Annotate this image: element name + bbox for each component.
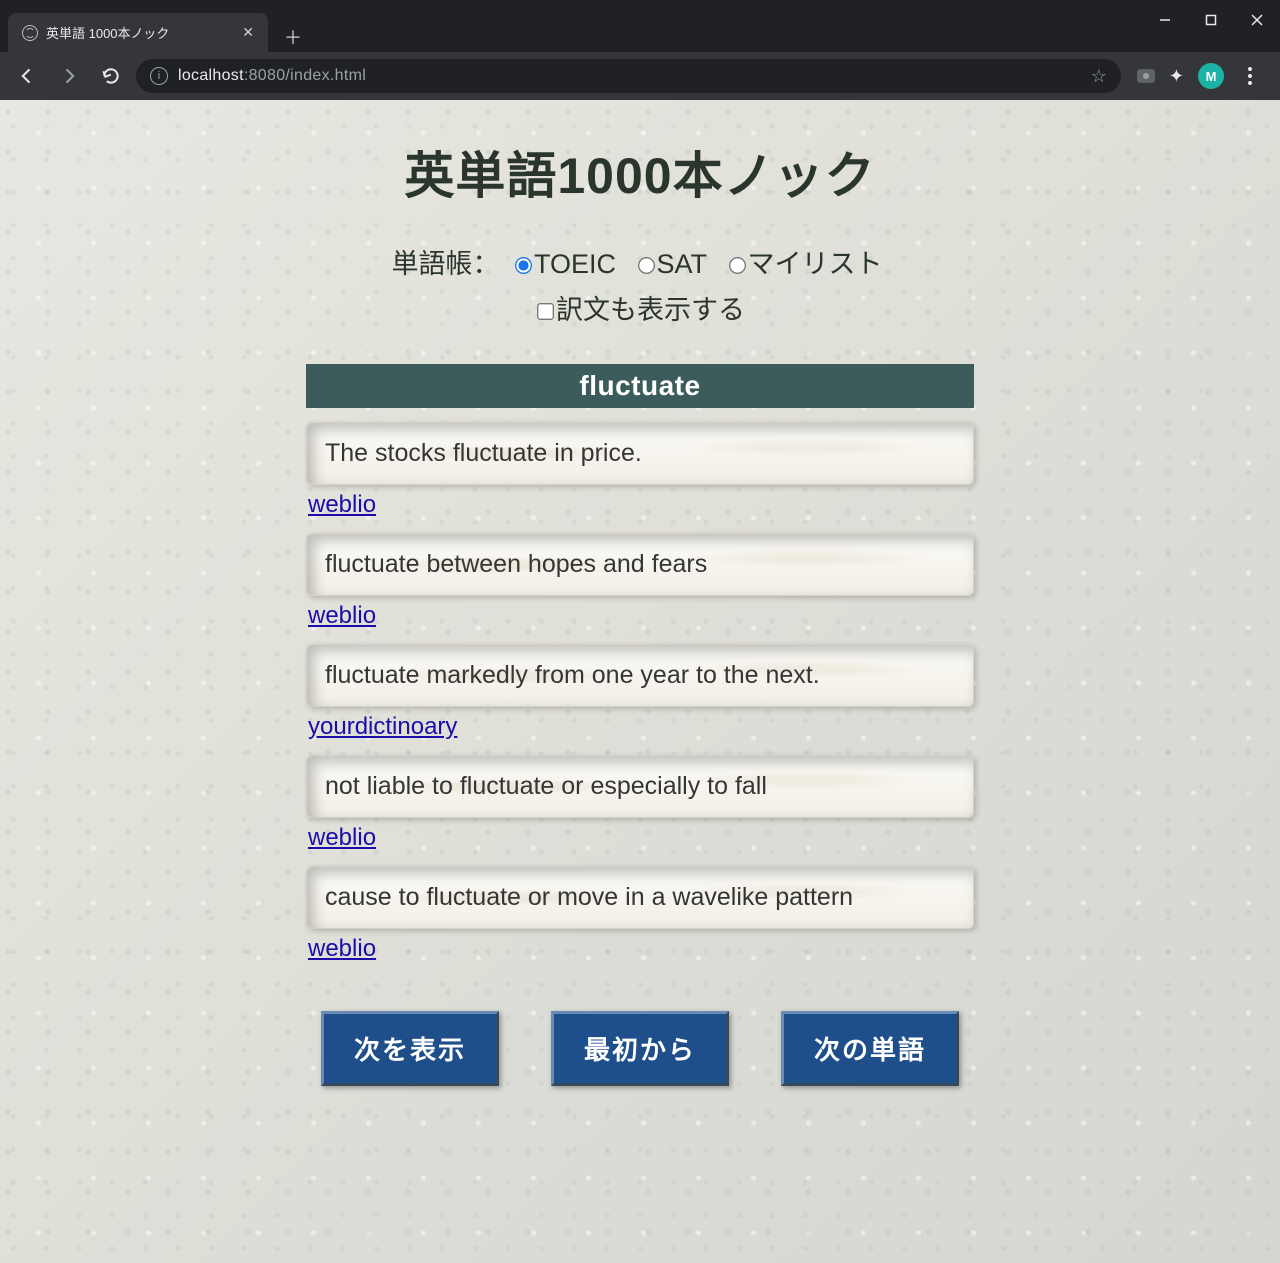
example-sentence: fluctuate markedly from one year to the … [306,644,974,707]
camera-icon[interactable] [1137,69,1155,83]
target-word: fluctuate [306,364,974,408]
page-viewport: 英単語1000本ノック 単語帳： TOEIC SAT マイリスト 訳文も表示する… [0,100,1280,1263]
browser-window: 英単語 1000本ノック ✕ ＋ i localhost:8080/index.… [0,0,1280,1263]
wordbook-label: 単語帳： [391,249,499,279]
maximize-button[interactable] [1188,0,1234,40]
action-buttons: 次を表示 最初から 次の単語 [321,1011,959,1086]
extension-icons: ✦ M [1129,63,1270,89]
radio-sat-input[interactable] [638,257,655,274]
radio-sat[interactable]: SAT [630,249,708,279]
show-next-button[interactable]: 次を表示 [321,1011,499,1086]
show-translation-checkbox[interactable]: 訳文も表示する [529,295,745,325]
bookmark-star-icon[interactable]: ☆ [1091,66,1107,87]
site-info-icon[interactable]: i [150,67,168,85]
forward-button[interactable] [52,59,86,93]
tab-strip: 英単語 1000本ノック ✕ ＋ [0,0,1142,52]
example-list: The stocks fluctuate in price. weblio fluc… [306,422,974,977]
radio-toeic-input[interactable] [515,257,532,274]
example-sentence: not liable to fluctuate or especially to… [306,755,974,818]
source-link[interactable]: weblio [308,491,974,519]
example-sentence: fluctuate between hopes and fears [306,533,974,596]
minimize-button[interactable] [1142,0,1188,40]
close-tab-icon[interactable]: ✕ [242,24,254,41]
example-sentence: The stocks fluctuate in price. [306,422,974,485]
word-card: fluctuate The stocks fluctuate in price.… [306,364,974,977]
menu-icon[interactable] [1238,67,1262,85]
page-content: 英単語1000本ノック 単語帳： TOEIC SAT マイリスト 訳文も表示する… [0,100,1280,1146]
extensions-icon[interactable]: ✦ [1169,66,1184,87]
source-link[interactable]: yourdictinoary [308,713,974,741]
show-translation-input[interactable] [537,303,554,320]
restart-button[interactable]: 最初から [551,1011,729,1086]
new-tab-button[interactable]: ＋ [278,22,308,52]
page-title: 英単語1000本ノック [404,136,875,208]
profile-avatar[interactable]: M [1198,63,1224,89]
address-bar[interactable]: i localhost:8080/index.html ☆ [136,59,1121,93]
titlebar: 英単語 1000本ノック ✕ ＋ [0,0,1280,52]
source-link[interactable]: weblio [308,602,974,630]
reload-button[interactable] [94,59,128,93]
next-word-button[interactable]: 次の単語 [781,1011,959,1086]
url-text: localhost:8080/index.html [178,67,366,85]
source-link[interactable]: weblio [308,824,974,852]
radio-mylist[interactable]: マイリスト [721,249,883,279]
back-button[interactable] [10,59,44,93]
tab-title: 英単語 1000本ノック [46,23,169,42]
window-controls [1142,0,1280,52]
globe-icon [22,25,38,41]
browser-tab[interactable]: 英単語 1000本ノック ✕ [8,13,268,52]
radio-mylist-input[interactable] [729,257,746,274]
source-link[interactable]: weblio [308,935,974,963]
close-window-button[interactable] [1234,0,1280,40]
example-sentence: cause to fluctuate or move in a wavelike… [306,866,974,929]
wordbook-controls: 単語帳： TOEIC SAT マイリスト 訳文も表示する [391,242,888,334]
radio-toeic[interactable]: TOEIC [507,249,616,279]
browser-toolbar: i localhost:8080/index.html ☆ ✦ M [0,52,1280,100]
